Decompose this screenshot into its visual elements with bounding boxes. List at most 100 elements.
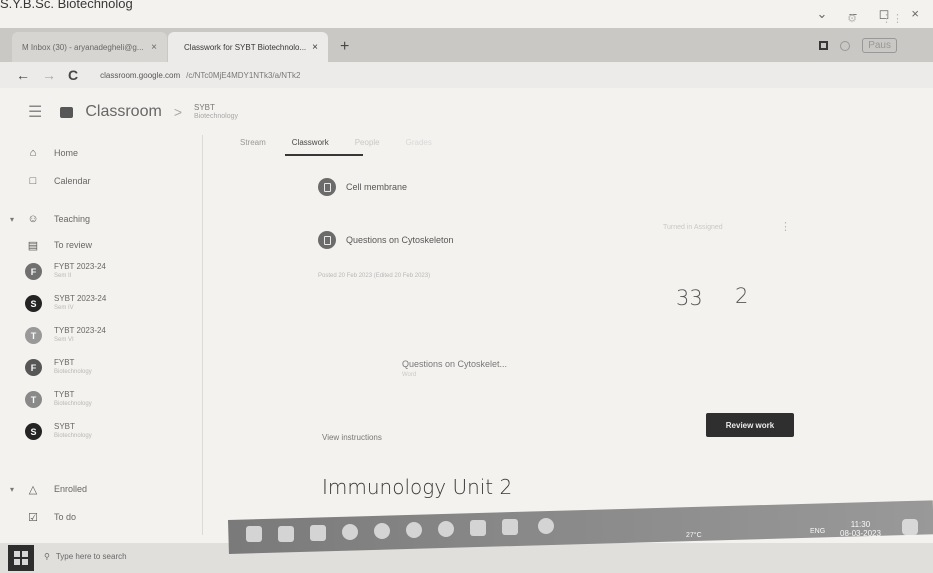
- side-panel-icon[interactable]: [819, 41, 829, 50]
- assignment-item[interactable]: Questions on Cytoskeleton: [318, 231, 454, 249]
- sidebar-item-todo[interactable]: ☑ To do: [0, 502, 200, 532]
- opera-icon[interactable]: [406, 522, 422, 538]
- class-subtitle: Biotechnology: [54, 369, 92, 375]
- sidebar-class-item[interactable]: S SYBT 2023-24 Sem IV: [0, 290, 200, 320]
- pinned-app-icon[interactable]: [538, 518, 554, 534]
- profile-icon[interactable]: [840, 40, 851, 51]
- more-options-icon[interactable]: ⋮: [780, 220, 791, 233]
- class-avatar: S: [25, 295, 42, 312]
- breadcrumb-separator: >: [173, 104, 182, 120]
- sidebar-class-item[interactable]: F FYBT Biotechnology: [0, 354, 200, 384]
- class-title: TYBT: [54, 390, 75, 399]
- tab-grades[interactable]: Grades: [406, 138, 432, 147]
- reload-button[interactable]: C: [68, 67, 78, 83]
- clock-time: 11:30: [850, 520, 871, 529]
- tab-classwork[interactable]: Classwork for SYBT Biotechnolo... ×: [168, 32, 328, 62]
- language-indicator[interactable]: ENG: [810, 528, 825, 535]
- windows-start-icon[interactable]: [8, 545, 34, 571]
- sidebar-class-item[interactable]: S SYBT Biotechnology: [0, 418, 200, 448]
- sidebar-class-item[interactable]: T TYBT Biotechnology: [0, 386, 200, 416]
- sidebar-item-calendar[interactable]: □ Calendar: [0, 166, 200, 196]
- home-icon: ⌂: [29, 147, 37, 159]
- sidebar-item-label: Calendar: [54, 176, 91, 186]
- class-avatar: T: [25, 327, 42, 344]
- breadcrumb-class[interactable]: SYBT Biotechnology: [194, 103, 238, 121]
- close-tab-icon[interactable]: ×: [151, 42, 157, 53]
- browser-icon[interactable]: [374, 523, 390, 539]
- chevron-down-icon: ▾: [10, 484, 15, 494]
- posted-date: Posted 20 Feb 2023 (Edited 20 Feb 2023): [318, 273, 431, 279]
- taskbar-clock[interactable]: 11:30 08-03-2023: [840, 520, 881, 538]
- chrome-icon[interactable]: [342, 524, 358, 540]
- new-tab-button[interactable]: +: [334, 32, 360, 62]
- active-tab-indicator: [285, 154, 363, 156]
- photos-icon[interactable]: [470, 520, 486, 536]
- material-item[interactable]: Cell membrane: [318, 178, 407, 196]
- material-title: Cell membrane: [346, 182, 408, 192]
- sidebar-item-label: Teaching: [54, 214, 91, 224]
- hamburger-menu-icon[interactable]: ☰: [28, 102, 42, 122]
- weather-readout[interactable]: 27°C: [686, 532, 702, 539]
- class-subtitle: Sem IV: [54, 305, 74, 311]
- close-tab-icon[interactable]: ×: [312, 42, 318, 53]
- sidebar-item-label: Enrolled: [54, 484, 88, 494]
- mail-icon[interactable]: [310, 525, 326, 541]
- sidebar-item-enrolled[interactable]: ▾ △ Enrolled: [0, 474, 200, 504]
- sidebar-divider: [202, 135, 203, 535]
- tab-people[interactable]: People: [355, 138, 380, 147]
- close-window-button[interactable]: ×: [911, 6, 919, 22]
- sidebar-item-home[interactable]: ⌂ Home: [0, 138, 200, 168]
- class-avatar: T: [25, 391, 42, 408]
- class-title: FYBT 2023-24: [54, 262, 106, 271]
- attachment-type: Word: [402, 372, 417, 378]
- chevron-down-icon[interactable]: ⌄: [816, 6, 827, 22]
- tab-classwork[interactable]: Classwork: [292, 138, 329, 147]
- windows-taskbar: ⚲ Type here to search: [0, 543, 933, 573]
- task-view-icon[interactable]: [246, 526, 262, 542]
- header-actions: ⚙ ⋮⋮: [847, 12, 903, 25]
- forward-button[interactable]: →: [42, 67, 56, 83]
- tab-inbox[interactable]: M Inbox (30) - aryanadegheli@g... ×: [12, 32, 167, 62]
- classroom-logo-icon: [60, 106, 74, 118]
- settings-icon[interactable]: ⚙: [847, 12, 857, 25]
- classroom-brand[interactable]: Classroom: [85, 103, 161, 121]
- tab-stream[interactable]: Stream: [240, 138, 266, 147]
- url-path: /c/NTc0MjE4MDY1NTk3/a/NTk2: [186, 70, 301, 80]
- url-input[interactable]: classroom.google.com/c/NTc0MjE4MDY1NTk3/…: [100, 71, 300, 80]
- view-instructions-link[interactable]: View instructions: [322, 433, 382, 442]
- assignment-icon: [318, 231, 336, 249]
- paused-badge[interactable]: Paus: [862, 38, 897, 53]
- assigned-count[interactable]: 2: [735, 284, 748, 308]
- class-subtitle: Biotechnology: [194, 113, 238, 120]
- files-icon[interactable]: [502, 519, 518, 535]
- handwritten-note: Immunology Unit 2: [322, 475, 513, 499]
- sidebar-class-item[interactable]: F FYBT 2023-24 Sem II: [0, 258, 200, 288]
- review-work-button[interactable]: Review work: [706, 413, 794, 437]
- browser-toolbar-right: Paus: [819, 38, 897, 53]
- class-title: TYBT 2023-24: [54, 326, 106, 335]
- tab-label: M Inbox (30) - aryanadegheli@g...: [22, 42, 144, 52]
- store-icon[interactable]: [278, 526, 294, 542]
- material-icon: [318, 178, 336, 196]
- search-placeholder: Type here to search: [55, 552, 127, 561]
- notification-icon[interactable]: [902, 519, 918, 535]
- class-subtitle: Biotechnology: [54, 401, 92, 407]
- app-icon[interactable]: [438, 521, 454, 537]
- url-host: classroom.google.com: [100, 70, 181, 80]
- class-avatar: F: [25, 263, 42, 280]
- graduation-cap-icon: △: [28, 483, 38, 496]
- attachment-title[interactable]: Questions on Cytoskelet...: [402, 359, 507, 369]
- clock-date: 08-03-2023: [840, 529, 881, 538]
- taskbar-search[interactable]: ⚲ Type here to search: [44, 552, 127, 561]
- turned-in-count[interactable]: 33: [676, 286, 703, 310]
- class-title: SYBT: [54, 422, 75, 431]
- sidebar-item-to-review[interactable]: ▤ To review: [0, 230, 200, 260]
- sidebar-class-item[interactable]: T TYBT 2023-24 Sem VI: [0, 322, 200, 352]
- class-tabs: Stream Classwork People Grades: [240, 138, 432, 147]
- class-subtitle: Biotechnology: [54, 433, 92, 439]
- apps-icon[interactable]: ⋮⋮: [881, 12, 903, 25]
- checklist-icon: ☑: [28, 511, 38, 524]
- class-title: FYBT: [54, 358, 75, 367]
- sidebar: ⌂ Home □ Calendar ▾ ☺ Teaching ▤ To revi…: [0, 138, 200, 543]
- back-button[interactable]: ←: [16, 67, 30, 83]
